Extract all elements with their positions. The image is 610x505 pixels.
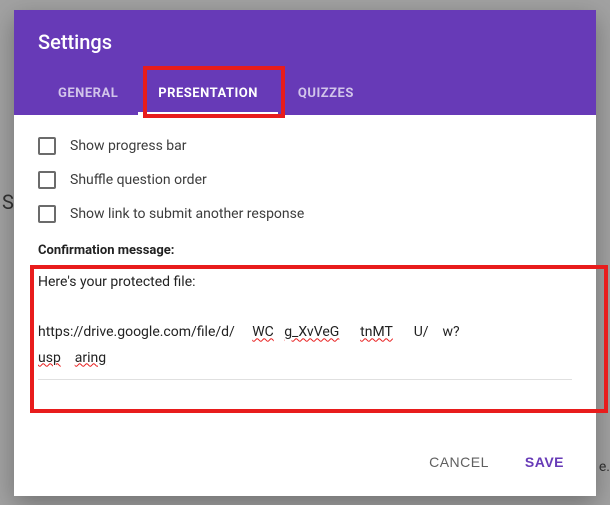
settings-dialog: Settings GENERAL PRESENTATION QUIZZES Sh… [14,10,596,496]
bg-letter: e. [599,459,610,475]
dialog-content: Show progress bar Shuffle question order… [14,115,596,434]
cancel-button[interactable]: CANCEL [415,444,503,480]
confirmation-message-section: Confirmation message: Here's your protec… [38,243,572,380]
tab-presentation[interactable]: PRESENTATION [138,72,278,115]
confirmation-message-label: Confirmation message: [38,243,572,258]
checkbox-progress-bar[interactable] [38,137,56,155]
checkbox-shuffle[interactable] [38,171,56,189]
option-progress-bar: Show progress bar [38,137,572,155]
tab-bar: GENERAL PRESENTATION QUIZZES [38,72,572,115]
dialog-title: Settings [38,30,572,54]
checkbox-label: Shuffle question order [70,172,207,188]
dialog-header: Settings GENERAL PRESENTATION QUIZZES [14,10,596,115]
confirmation-message-input[interactable]: Here's your protected file: https://driv… [38,270,572,380]
option-submit-another: Show link to submit another response [38,205,572,223]
tab-quizzes[interactable]: QUIZZES [278,72,374,115]
option-shuffle: Shuffle question order [38,171,572,189]
checkbox-submit-another[interactable] [38,205,56,223]
checkbox-label: Show progress bar [70,138,187,154]
tab-general[interactable]: GENERAL [38,72,138,115]
save-button[interactable]: SAVE [511,444,578,480]
dialog-actions: CANCEL SAVE [14,434,596,496]
bg-letter: S [2,190,14,214]
checkbox-label: Show link to submit another response [70,206,304,222]
